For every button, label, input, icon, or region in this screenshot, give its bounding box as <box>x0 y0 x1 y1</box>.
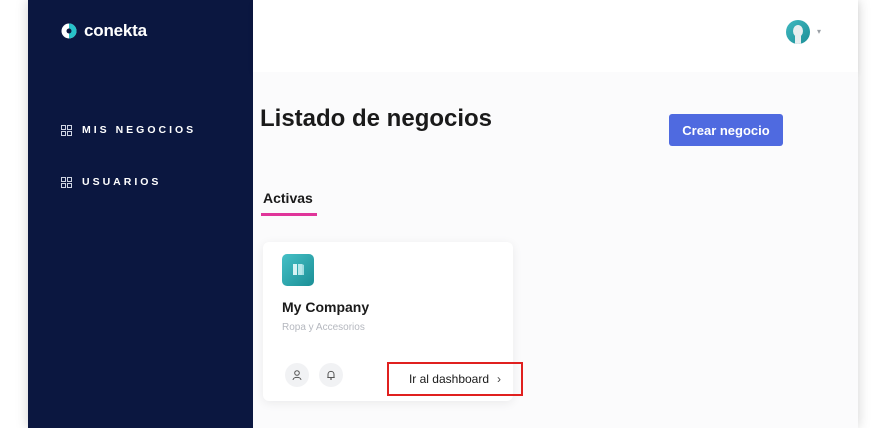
user-avatar[interactable] <box>786 20 810 44</box>
grid-icon <box>61 124 72 136</box>
dashboard-link-label: Ir al dashboard <box>408 372 490 386</box>
notifications-button[interactable] <box>319 363 343 387</box>
users-button[interactable] <box>285 363 309 387</box>
sidebar-item-label: MIS NEGOCIOS <box>82 124 197 136</box>
top-bar <box>253 0 858 72</box>
tab-activas[interactable]: Activas <box>263 190 313 206</box>
brand-name: conekta <box>84 21 147 40</box>
book-icon <box>293 264 304 275</box>
company-category: Ropa y Accesorios <box>282 322 365 333</box>
business-card: My Company Ropa y Accesorios Ir al dashb… <box>263 242 523 401</box>
company-name: My Company <box>282 299 370 315</box>
create-business-button[interactable]: Crear negocio <box>669 114 783 146</box>
sidebar-item-usuarios[interactable]: USUARIOS <box>61 176 161 188</box>
chevron-right-icon: › <box>497 372 502 386</box>
go-to-dashboard-link[interactable]: Ir al dashboard › <box>387 362 523 396</box>
sidebar-item-mis-negocios[interactable]: MIS NEGOCIOS <box>61 124 196 136</box>
company-icon <box>282 254 314 286</box>
page-title: Listado de negocios <box>260 105 493 132</box>
chevron-down-icon[interactable]: ▾ <box>817 27 821 36</box>
sidebar-item-label: USUARIOS <box>82 176 162 188</box>
brand-logo[interactable]: conekta <box>61 21 147 41</box>
bell-icon <box>327 370 335 380</box>
sidebar: conekta MIS NEGOCIOS USUARIOS <box>28 0 253 428</box>
grid-icon <box>61 176 72 188</box>
conekta-logo-icon <box>61 23 77 39</box>
user-avatar-icon <box>793 25 803 44</box>
user-icon <box>292 370 302 381</box>
active-tab-indicator <box>261 213 317 216</box>
